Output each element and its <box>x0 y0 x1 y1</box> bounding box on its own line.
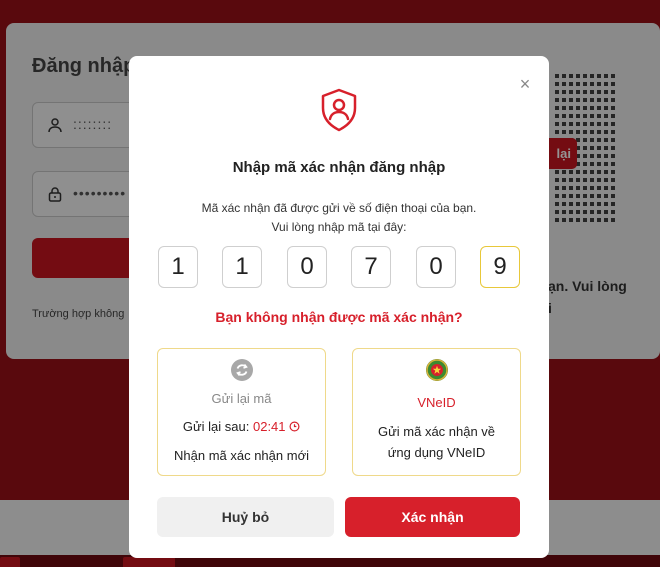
otp-digit-6[interactable]: 9 <box>480 246 520 288</box>
close-icon[interactable]: × <box>517 75 533 93</box>
resend-countdown: Gửi lại sau: 02:41 <box>158 419 325 434</box>
vneid-card[interactable]: VNeID Gửi mã xác nhận về ứng dụng VNeID <box>352 348 521 476</box>
otp-digit-5[interactable]: 0 <box>416 246 456 288</box>
description-line: Vui lòng nhập mã tại đây: <box>271 220 407 234</box>
resend-subtitle: Nhận mã xác nhận mới <box>174 448 309 463</box>
modal-title: Nhập mã xác nhận đăng nhập <box>232 159 446 176</box>
otp-modal: × Nhập mã xác nhận đăng nhập Mã xác nhận… <box>129 56 549 558</box>
otp-digit-1[interactable]: 1 <box>158 246 198 288</box>
vneid-desc-line: ứng dụng VNeID <box>387 445 486 460</box>
shield-user-icon <box>319 88 359 132</box>
vneid-title: VNeID <box>417 395 456 410</box>
otp-input-group: 1 1 0 7 0 9 <box>158 246 520 288</box>
resend-question: Bạn không nhận được mã xác nhận? <box>215 309 463 325</box>
vneid-desc-line: Gửi mã xác nhận về <box>377 424 496 439</box>
resend-code-card[interactable]: Gửi lại mã Gửi lại sau: 02:41 Nhận mã xá… <box>157 348 326 476</box>
otp-digit-2[interactable]: 1 <box>222 246 262 288</box>
clock-icon <box>289 419 300 434</box>
cancel-button[interactable]: Huỷ bỏ <box>157 497 334 537</box>
otp-digit-3[interactable]: 0 <box>287 246 327 288</box>
vneid-emblem-icon <box>426 359 448 381</box>
refresh-icon <box>231 359 253 381</box>
resend-title: Gửi lại mã <box>211 391 272 406</box>
description-line: Mã xác nhận đã được gửi về số điện thoại… <box>201 201 477 215</box>
modal-description: Mã xác nhận đã được gửi về số điện thoại… <box>129 199 549 237</box>
confirm-button[interactable]: Xác nhận <box>345 497 520 537</box>
otp-digit-4[interactable]: 7 <box>351 246 391 288</box>
countdown-label: Gửi lại sau: <box>182 419 250 434</box>
countdown-value: 02:41 <box>252 419 286 434</box>
